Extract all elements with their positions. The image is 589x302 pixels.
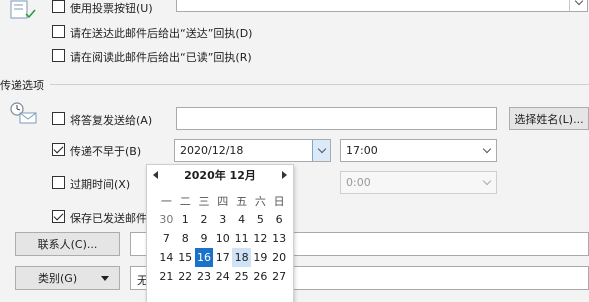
next-month-icon[interactable] bbox=[282, 171, 287, 179]
delivery-receipt-checkbox[interactable] bbox=[52, 25, 65, 38]
read-receipt-label: 请在阅读此邮件后给出“已读”回执(R) bbox=[70, 51, 252, 64]
delivery-icon bbox=[8, 100, 42, 128]
calendar-day[interactable]: 16 bbox=[194, 248, 214, 267]
voting-icon bbox=[8, 0, 38, 20]
calendar-day[interactable]: 11 bbox=[232, 229, 251, 248]
calendar-day[interactable]: 22 bbox=[176, 267, 195, 286]
calendar-day[interactable]: 20 bbox=[270, 248, 289, 267]
weekday-header: 三 bbox=[198, 194, 210, 208]
calendar-day[interactable]: 26 bbox=[251, 267, 270, 286]
reply-to-checkbox[interactable] bbox=[52, 112, 65, 125]
expires-label: 过期时间(X) bbox=[70, 178, 131, 191]
calendar-day[interactable]: 4 bbox=[232, 210, 251, 229]
calendar-day[interactable]: 23 bbox=[195, 267, 214, 286]
calendar-day[interactable]: 12 bbox=[251, 229, 270, 248]
calendar-day[interactable]: 8 bbox=[176, 229, 195, 248]
use-voting-checkbox[interactable] bbox=[52, 0, 65, 13]
weekday-header: 四 bbox=[217, 194, 229, 208]
reply-to-input[interactable] bbox=[176, 107, 497, 130]
chevron-down-icon bbox=[574, 0, 583, 5]
calendar-day[interactable]: 9 bbox=[195, 229, 214, 248]
calendar-day[interactable]: 3 bbox=[213, 210, 232, 229]
no-before-checkbox[interactable] bbox=[52, 143, 65, 156]
calendar-day[interactable]: 15 bbox=[176, 248, 195, 267]
categories-button[interactable]: 类别(G) bbox=[15, 266, 120, 290]
reply-to-label: 将答复发送给(A) bbox=[70, 114, 153, 127]
expires-time-value: 0:00 bbox=[346, 176, 371, 189]
no-before-date-value: 2020/12/18 bbox=[180, 144, 244, 157]
no-before-label: 传递不早于(B) bbox=[70, 145, 142, 158]
contacts-button[interactable]: 联系人(C)... bbox=[15, 232, 120, 256]
calendar-day[interactable]: 1 bbox=[176, 210, 195, 229]
calendar-day[interactable]: 25 bbox=[232, 267, 251, 286]
no-before-time-value: 17:00 bbox=[346, 144, 378, 157]
calendar-day[interactable]: 14 bbox=[157, 248, 176, 267]
date-dropdown-button[interactable] bbox=[312, 140, 330, 161]
read-receipt-checkbox[interactable] bbox=[52, 49, 65, 62]
weekday-header: 一 bbox=[160, 194, 172, 208]
calendar-month-header[interactable]: 2020年 12月 bbox=[147, 165, 293, 185]
calendar-day[interactable]: 13 bbox=[270, 229, 289, 248]
calendar-day[interactable]: 30 bbox=[157, 210, 176, 229]
caret-down-icon bbox=[101, 276, 109, 281]
calendar-day[interactable]: 24 bbox=[213, 267, 232, 286]
no-before-date-combo[interactable]: 2020/12/18 bbox=[174, 139, 331, 162]
expires-checkbox[interactable] bbox=[52, 176, 65, 189]
calendar-day[interactable]: 10 bbox=[213, 229, 232, 248]
chevron-down-icon bbox=[482, 144, 492, 154]
calendar-day[interactable]: 6 bbox=[270, 210, 289, 229]
weekday-header: 二 bbox=[179, 194, 191, 208]
chevron-down-icon bbox=[317, 144, 326, 154]
expires-time-combo[interactable]: 0:00 bbox=[340, 171, 497, 194]
calendar-day[interactable]: 17 bbox=[213, 248, 232, 267]
weekday-header: 六 bbox=[254, 194, 266, 208]
chevron-down-icon bbox=[482, 176, 492, 186]
date-picker-popup: 2020年 12月 一二三四五六日 30 1 2 3 4 5 6 7 8 9 10 11 12 13 14 15… bbox=[146, 164, 294, 302]
calendar-day[interactable]: 7 bbox=[157, 229, 176, 248]
calendar-day[interactable]: 18 bbox=[232, 248, 251, 267]
section-divider bbox=[50, 84, 589, 85]
calendar-day[interactable]: 27 bbox=[270, 267, 289, 286]
delivery-receipt-label: 请在送达此邮件后给出“送达”回执(D) bbox=[70, 27, 253, 40]
calendar-day[interactable]: 19 bbox=[251, 248, 270, 267]
calendar-day[interactable]: 5 bbox=[251, 210, 270, 229]
calendar-day[interactable]: 2 bbox=[195, 210, 214, 229]
calendar-day[interactable]: 21 bbox=[157, 267, 176, 286]
save-sent-checkbox[interactable] bbox=[52, 210, 65, 223]
weekday-header: 日 bbox=[273, 194, 285, 208]
save-sent-label: 保存已发送邮件 bbox=[70, 212, 146, 225]
voting-options-combo[interactable] bbox=[176, 0, 588, 12]
categories-label: 类别(G) bbox=[38, 272, 78, 285]
calendar-grid: 一二三四五六日 30 1 2 3 4 5 6 7 8 9 10 11 12 13 14 15 16 17 18 19 20… bbox=[157, 191, 289, 286]
select-names-button[interactable]: 选择姓名(L)... bbox=[509, 107, 589, 130]
use-voting-label: 使用投票按钮(U) bbox=[70, 2, 153, 15]
delivery-options-title: 传递选项 bbox=[0, 79, 44, 92]
weekday-header: 五 bbox=[236, 194, 248, 208]
no-before-time-combo[interactable]: 17:00 bbox=[340, 139, 497, 162]
